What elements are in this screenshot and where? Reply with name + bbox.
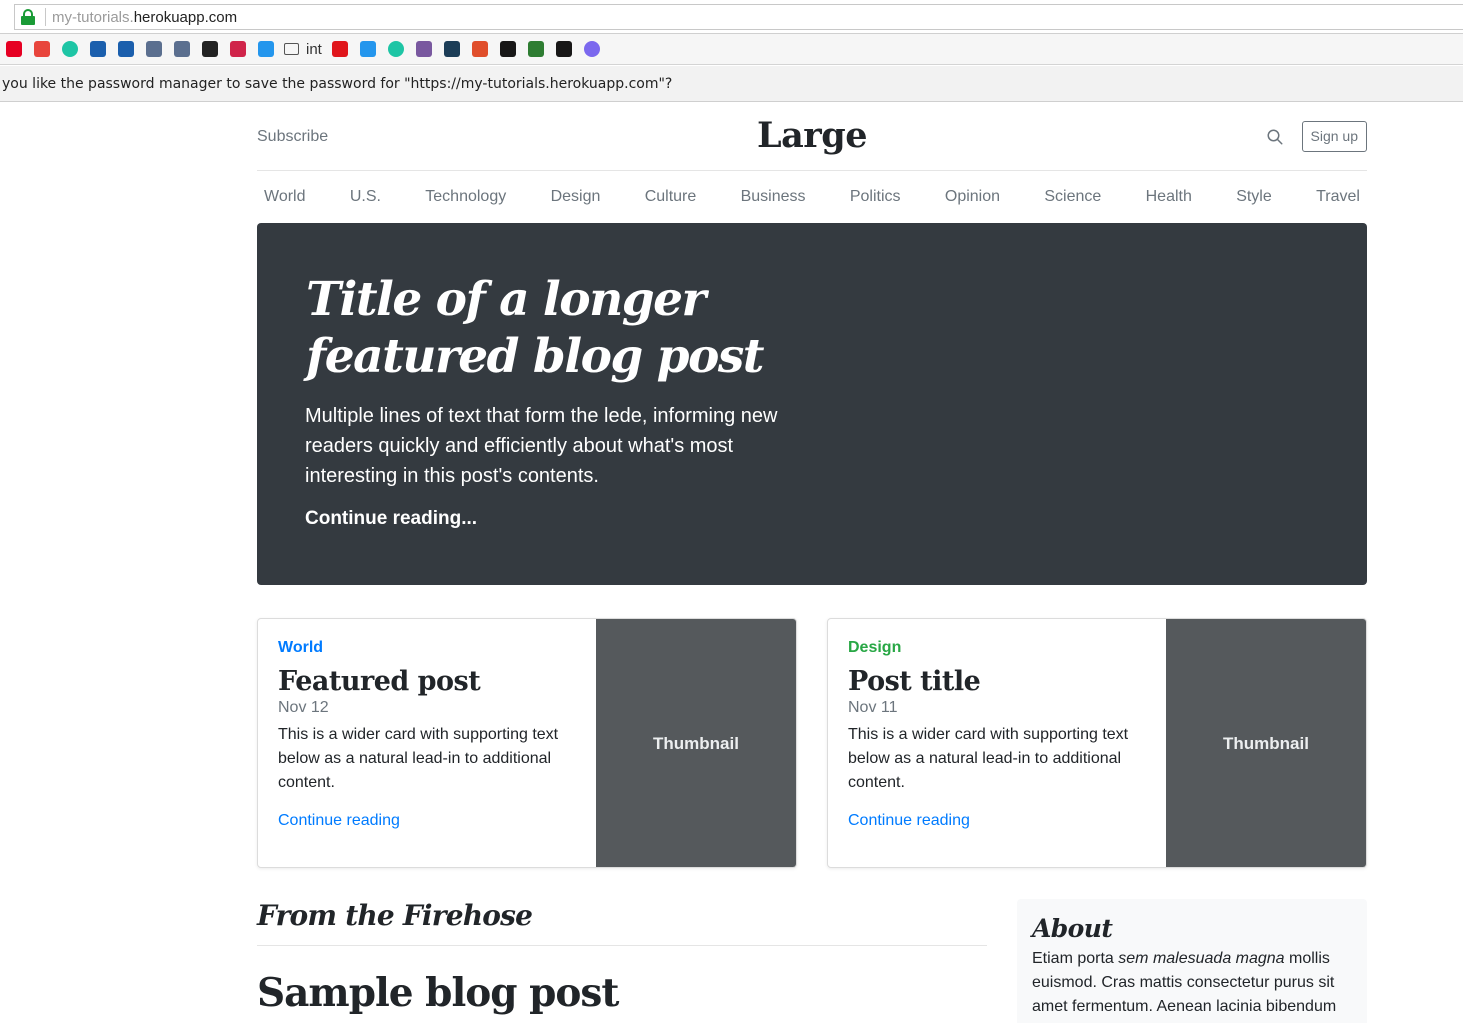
- card-category[interactable]: World: [278, 639, 578, 657]
- cube-icon[interactable]: [443, 41, 460, 57]
- address-bar: my-tutorials. herokuapp.com: [0, 0, 1463, 34]
- video-icon[interactable]: [34, 41, 50, 57]
- mattermost-icon[interactable]: [583, 41, 600, 57]
- continue-reading-link[interactable]: Continue reading...: [305, 508, 477, 530]
- nav-link-politics[interactable]: Politics: [850, 188, 901, 206]
- mouth-icon[interactable]: [230, 41, 246, 57]
- url-field[interactable]: my-tutorials. herokuapp.com: [14, 4, 1463, 30]
- list-icon[interactable]: [90, 41, 106, 57]
- card-text: This is a wider card with supporting tex…: [278, 726, 559, 791]
- github-icon[interactable]: [555, 41, 572, 57]
- list-icon[interactable]: [118, 41, 134, 57]
- blog-logo[interactable]: Large: [257, 115, 1367, 156]
- nav-link-u-s[interactable]: U.S.: [350, 188, 381, 206]
- nav-link-style[interactable]: Style: [1236, 188, 1272, 206]
- search-icon[interactable]: [1266, 128, 1284, 146]
- pinterest-icon[interactable]: [6, 41, 22, 57]
- category-nav: World U.S. Technology Design Culture Business…: [257, 171, 1367, 223]
- card-thumbnail: Thumbnail: [596, 619, 796, 867]
- circle-app-icon[interactable]: [387, 41, 404, 57]
- card-thumbnail: Thumbnail: [1166, 619, 1366, 867]
- tree-icon[interactable]: [527, 41, 544, 57]
- bookmark-folder[interactable]: int: [284, 41, 322, 58]
- card-date: Nov 12: [278, 699, 329, 716]
- about-text-emphasis: sem malesuada magna: [1118, 950, 1285, 967]
- folder-icon: [284, 43, 299, 55]
- docker-icon[interactable]: [359, 41, 376, 57]
- url-subdomain: my-tutorials.: [52, 8, 134, 26]
- nav-link-opinion[interactable]: Opinion: [945, 188, 1000, 206]
- firehose-heading: From the Firehose: [257, 899, 987, 946]
- card-text: This is a wider card with supporting tex…: [848, 726, 1129, 791]
- gear-app-icon[interactable]: [471, 41, 488, 57]
- featured-title: Title of a longer featured blog post: [306, 272, 765, 384]
- url-domain: herokuapp.com: [133, 8, 238, 26]
- docker-icon[interactable]: [258, 41, 274, 57]
- card-title: Post title: [848, 666, 981, 697]
- lock-icon[interactable]: [21, 9, 35, 25]
- nav-link-culture[interactable]: Culture: [645, 188, 697, 206]
- card-continue-reading-link[interactable]: Continue reading: [848, 812, 970, 830]
- password-manager-prompt: you like the password manager to save th…: [0, 66, 1463, 102]
- url-separator: [45, 8, 46, 26]
- nav-link-business[interactable]: Business: [741, 188, 806, 206]
- about-text: Etiam porta sem malesuada magna mollis e…: [1032, 947, 1352, 1019]
- oracle-icon[interactable]: [331, 41, 348, 57]
- card-date: Nov 11: [848, 699, 898, 716]
- nav-link-world[interactable]: World: [264, 188, 306, 206]
- about-heading: About: [1032, 914, 1113, 943]
- nav-link-travel[interactable]: Travel: [1316, 188, 1360, 206]
- about-text-start: Etiam porta: [1032, 950, 1119, 967]
- nav-link-design[interactable]: Design: [551, 188, 601, 206]
- nav-link-science[interactable]: Science: [1044, 188, 1101, 206]
- wordpress-icon[interactable]: [146, 41, 162, 57]
- heroku-icon[interactable]: [415, 41, 432, 57]
- about-sidebar: About Etiam porta sem malesuada magna mo…: [1017, 899, 1367, 1023]
- circle-app-icon[interactable]: [62, 41, 78, 57]
- featured-jumbotron: Title of a longer featured blog post Mul…: [257, 223, 1367, 585]
- featured-post-card: World Featured post Nov 12 This is a wid…: [257, 618, 797, 868]
- blog-header: Subscribe Large Sign up: [257, 103, 1367, 171]
- wordpress-icon[interactable]: [174, 41, 190, 57]
- card-continue-reading-link[interactable]: Continue reading: [278, 812, 400, 830]
- featured-lede: Multiple lines of text that form the led…: [305, 405, 778, 487]
- bookmarks-bar: int: [0, 34, 1463, 65]
- bookmark-folder-label: int: [306, 40, 322, 58]
- nav-link-technology[interactable]: Technology: [425, 188, 506, 206]
- chart-app-icon[interactable]: [202, 41, 218, 57]
- firehose-section: From the Firehose Sample blog post: [257, 899, 987, 1016]
- blog-post-title: Sample blog post: [257, 970, 619, 1016]
- sign-up-button[interactable]: Sign up: [1301, 121, 1367, 152]
- card-category[interactable]: Design: [848, 639, 1148, 657]
- blog-page: Subscribe Large Sign up World U.S. Technol…: [257, 103, 1367, 1023]
- github-icon[interactable]: [499, 41, 516, 57]
- post-title-card: Design Post title Nov 11 This is a wider…: [827, 618, 1367, 868]
- nav-link-health[interactable]: Health: [1146, 188, 1192, 206]
- card-title: Featured post: [278, 666, 481, 697]
